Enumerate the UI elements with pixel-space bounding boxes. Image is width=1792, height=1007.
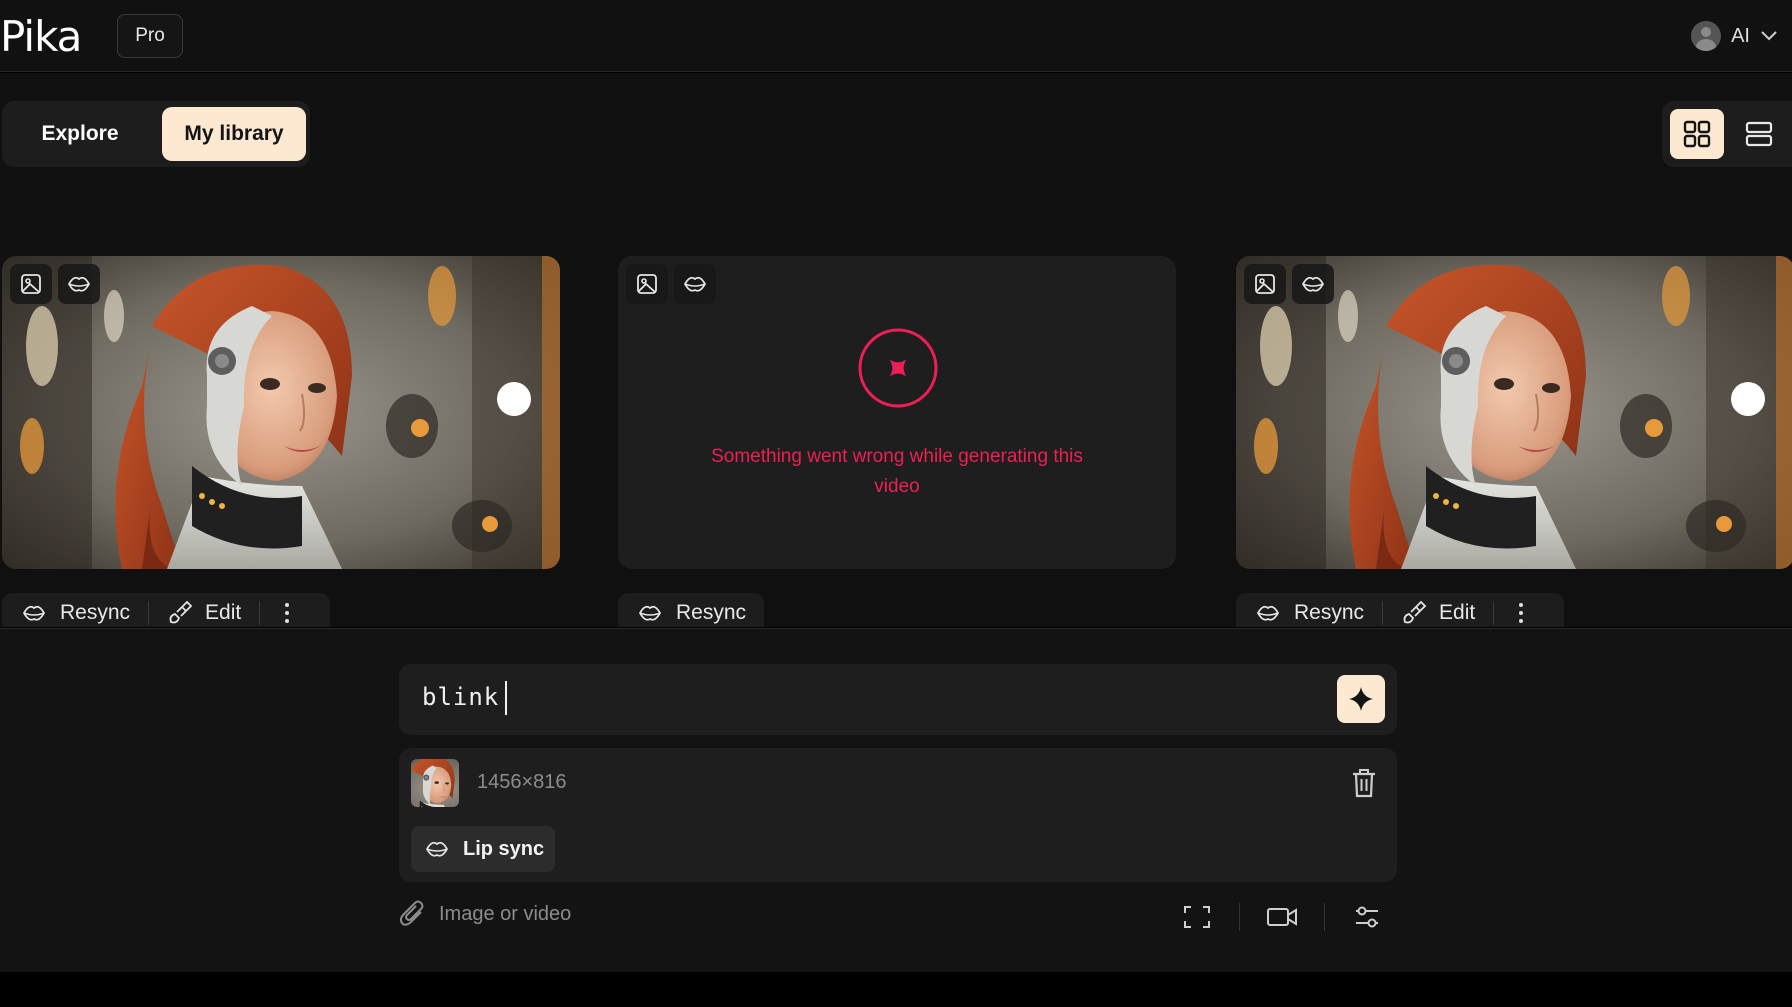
- tab-my-library[interactable]: My library: [162, 107, 306, 161]
- image-icon: [1255, 274, 1275, 294]
- video-options-button[interactable]: [1252, 895, 1312, 939]
- expand-frame-icon: [1184, 906, 1210, 928]
- attachment-thumbnail[interactable]: [411, 759, 459, 807]
- more-vertical-icon: [1519, 603, 1524, 623]
- paperclip-icon: [399, 900, 424, 926]
- brush-icon: [169, 601, 192, 624]
- attachment-dimensions: 1456×816: [477, 771, 567, 793]
- sparkle-icon: [1349, 687, 1373, 711]
- attach-media-button[interactable]: Image or video: [399, 899, 571, 929]
- image-badge: [1244, 264, 1286, 304]
- edit-button[interactable]: Edit: [1383, 593, 1493, 627]
- resync-label: Resync: [60, 601, 131, 624]
- lip-sync-label: Lip sync: [463, 837, 545, 860]
- lip-sync-chip[interactable]: Lip sync: [411, 826, 555, 872]
- settings-button[interactable]: [1337, 895, 1397, 939]
- edit-label: Edit: [205, 601, 242, 624]
- grid-view-button[interactable]: [1670, 109, 1724, 159]
- resync-button[interactable]: Resync: [1236, 593, 1382, 627]
- more-vertical-icon: [285, 603, 290, 623]
- lips-icon: [426, 841, 448, 857]
- divider: [1239, 903, 1240, 931]
- list-view-icon: [1745, 121, 1773, 147]
- error-message: Something went wrong while generating th…: [711, 446, 1083, 497]
- composer-toolbar: Image or video: [399, 895, 1397, 939]
- video-card-error[interactable]: Something went wrong while generating th…: [618, 256, 1176, 569]
- user-avatar-icon: [1691, 21, 1722, 51]
- resync-button[interactable]: Resync: [2, 593, 148, 627]
- lips-icon: [23, 605, 45, 621]
- user-name: AI: [1731, 24, 1750, 47]
- lips-icon: [639, 605, 661, 621]
- resync-label: Resync: [676, 601, 747, 624]
- text-cursor: [505, 681, 507, 715]
- error-icon: [858, 328, 938, 408]
- generate-button[interactable]: [1337, 675, 1385, 723]
- top-bar: Pika Pro AI: [0, 0, 1792, 72]
- video-card[interactable]: [1236, 256, 1792, 569]
- grid-view-icon: [1683, 120, 1711, 148]
- video-camera-icon: [1267, 908, 1297, 926]
- aspect-ratio-button[interactable]: [1167, 895, 1227, 939]
- prompt-composer: blink 1456×816 Lip sync Image or video: [0, 628, 1792, 972]
- attach-placeholder: Image or video: [439, 902, 572, 925]
- user-menu[interactable]: AI: [1691, 18, 1778, 54]
- image-badge: [10, 264, 52, 304]
- prompt-text[interactable]: blink: [422, 683, 499, 711]
- attachment-image: [411, 759, 459, 807]
- lips-icon: [1257, 605, 1279, 621]
- chevron-down-icon: [1761, 31, 1777, 41]
- edit-button[interactable]: Edit: [149, 593, 259, 627]
- settings-sliders-icon: [1356, 906, 1378, 928]
- prompt-input[interactable]: blink: [399, 664, 1397, 735]
- resync-label: Resync: [1294, 601, 1365, 624]
- lips-icon: [68, 276, 90, 292]
- list-view-button[interactable]: [1732, 109, 1786, 159]
- lips-icon: [1302, 276, 1324, 292]
- brush-icon: [1403, 601, 1426, 624]
- card-actions: Resync Edit: [1236, 593, 1564, 627]
- card-actions: Resync: [618, 593, 764, 627]
- library-main: Explore My library Something went wrong …: [0, 73, 1792, 627]
- lipsync-badge: [58, 264, 100, 304]
- more-options-button[interactable]: [1494, 593, 1548, 627]
- divider: [1324, 903, 1325, 931]
- image-icon: [21, 274, 41, 294]
- pika-logo[interactable]: Pika: [0, 12, 82, 61]
- trash-icon[interactable]: [1349, 766, 1379, 800]
- card-actions: Resync Edit: [2, 593, 330, 627]
- library-tabs: Explore My library: [2, 101, 310, 167]
- lipsync-badge: [1292, 264, 1334, 304]
- tab-explore[interactable]: Explore: [10, 107, 150, 161]
- plan-badge[interactable]: Pro: [117, 14, 183, 58]
- resync-button[interactable]: Resync: [618, 593, 764, 627]
- video-card[interactable]: [2, 256, 560, 569]
- more-options-button[interactable]: [260, 593, 314, 627]
- attachment-panel: 1456×816 Lip sync: [399, 748, 1397, 882]
- view-toggle: [1662, 101, 1792, 167]
- edit-label: Edit: [1439, 601, 1476, 624]
